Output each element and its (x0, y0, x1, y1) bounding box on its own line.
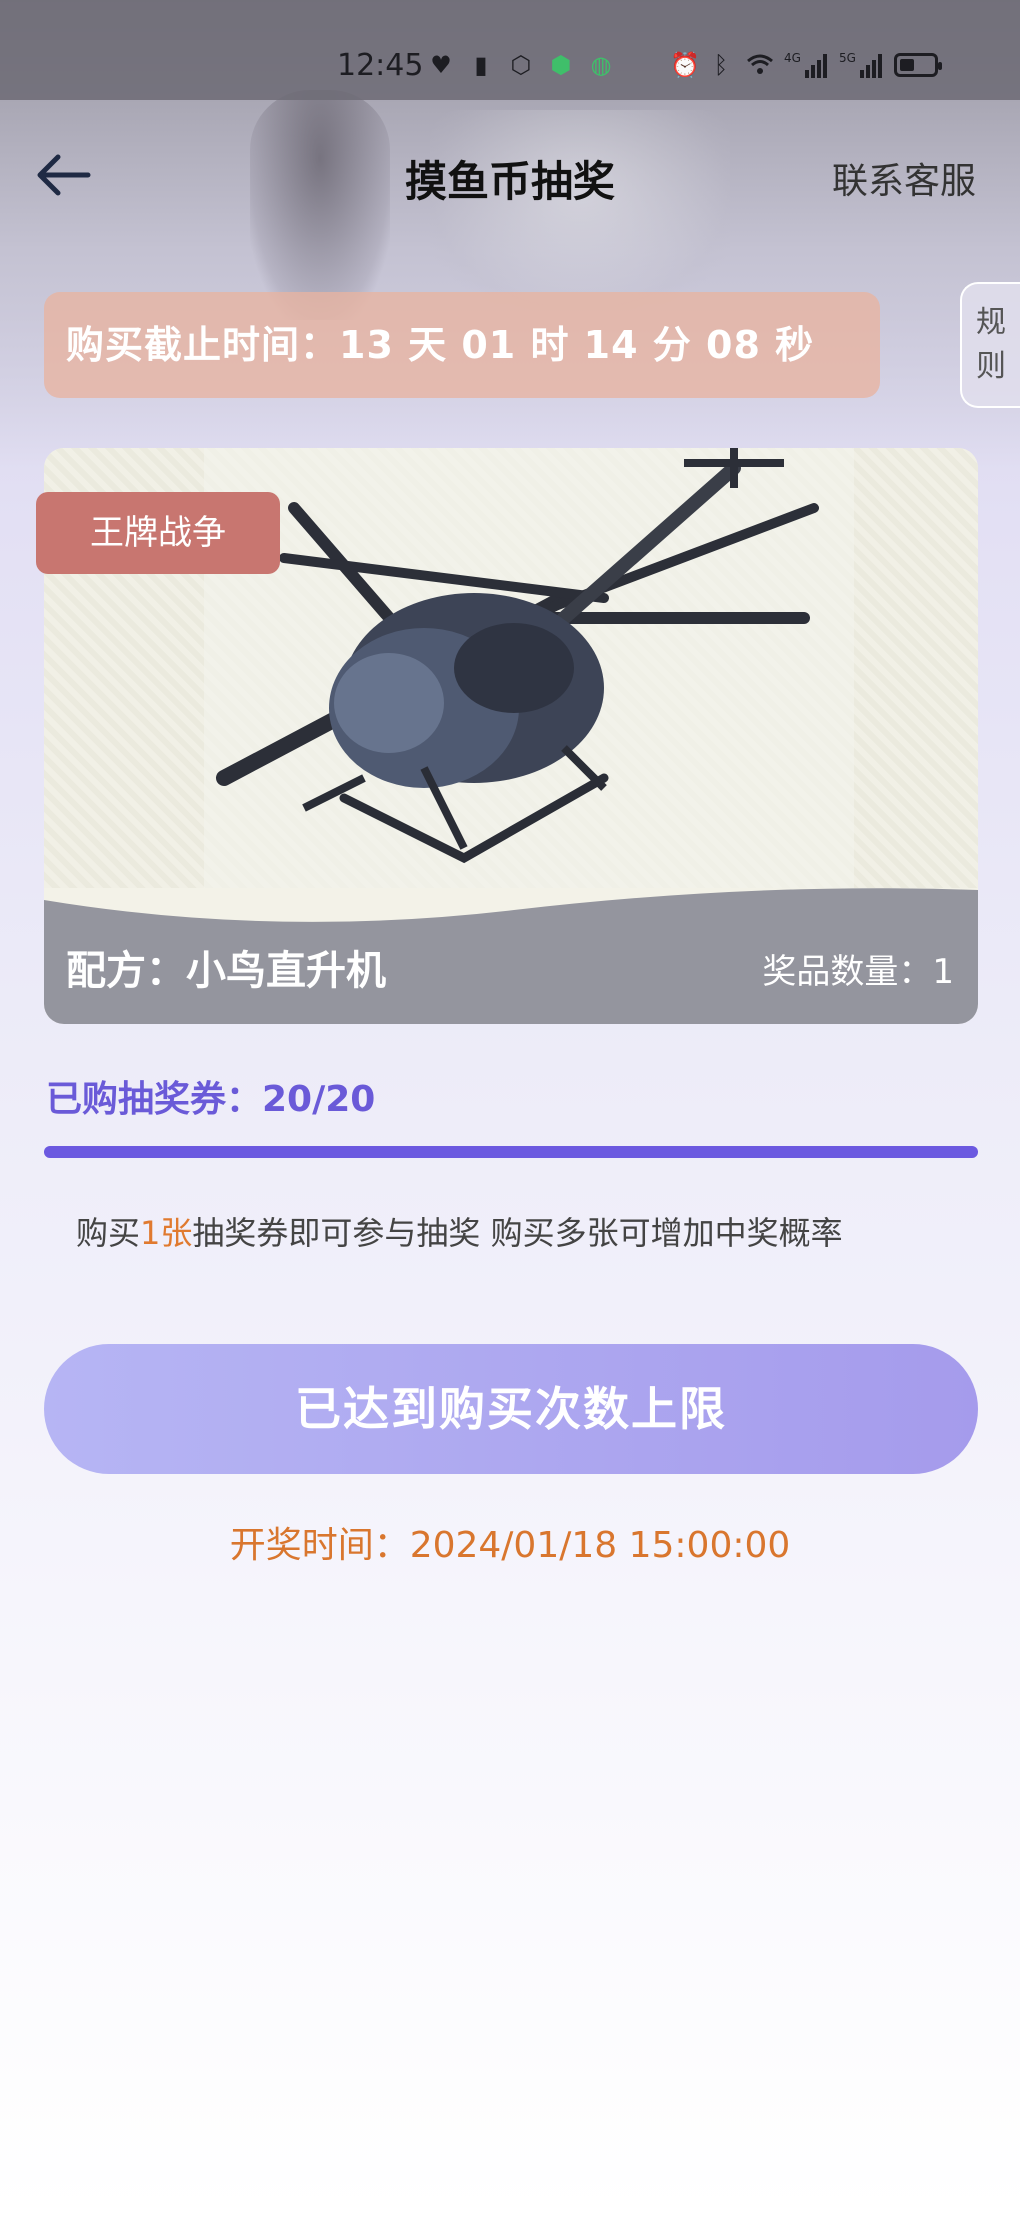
signal-4g-icon: 4G (784, 52, 827, 78)
shield-check-icon: ⬢ (550, 51, 572, 79)
contact-service-button[interactable]: 联系客服 (832, 152, 976, 204)
status-left-icons: ♥ ▮ ⬡ ⬢ ◍ (428, 52, 614, 78)
wifi-icon (746, 52, 773, 78)
hexagon-hand-icon: ⬡ (510, 51, 532, 79)
prize-name: 配方：小鸟直升机 (66, 948, 386, 994)
status-right-icons: ⏰ ᛒ 4G 5G (670, 51, 942, 79)
hint-highlight: 1张 (140, 1214, 193, 1252)
prize-quantity: 奖品数量：1 (762, 952, 954, 992)
heart-icon: ♥ (430, 51, 452, 79)
rules-tab-label-2: 则 (976, 349, 1006, 384)
hint-prefix: 购买 (76, 1214, 141, 1252)
countdown-banner: 购买截止时间：13 天 01 时 14 分 08 秒 (44, 292, 880, 398)
battery-icon (893, 53, 942, 77)
game-tag: 王牌战争 (36, 492, 280, 574)
ticket-progress-fill (44, 1146, 978, 1158)
vehicle-figure (430, 110, 730, 310)
alarm-icon: ⏰ (670, 51, 700, 79)
battery-alert-icon: ▮ (474, 51, 488, 79)
signal-5g-icon: 5G (839, 52, 882, 78)
purchase-hint: 购买1张抽奖券即可参与抽奖 购买多张可增加中奖概率 (76, 1208, 843, 1254)
status-time: 12:45 (337, 48, 424, 83)
status-bar: 12:45 ♥ ▮ ⬡ ⬢ ◍ ⏰ ᛒ 4G 5G (0, 0, 1020, 100)
draw-time: 开奖时间：2024/01/18 15:00:00 (229, 1525, 791, 1566)
globe-icon: ◍ (590, 51, 612, 79)
bluetooth-icon: ᛒ (713, 51, 729, 79)
hint-suffix: 抽奖券即可参与抽奖 购买多张可增加中奖概率 (192, 1214, 843, 1252)
purchase-limit-button[interactable]: 已达到购买次数上限 (44, 1344, 978, 1474)
ticket-count-label: 已购抽奖券：20/20 (46, 1079, 376, 1120)
rules-tab-label-1: 规 (976, 305, 1006, 340)
rules-tab[interactable]: 规 则 (960, 282, 1020, 408)
ticket-progress-track (44, 1146, 978, 1158)
